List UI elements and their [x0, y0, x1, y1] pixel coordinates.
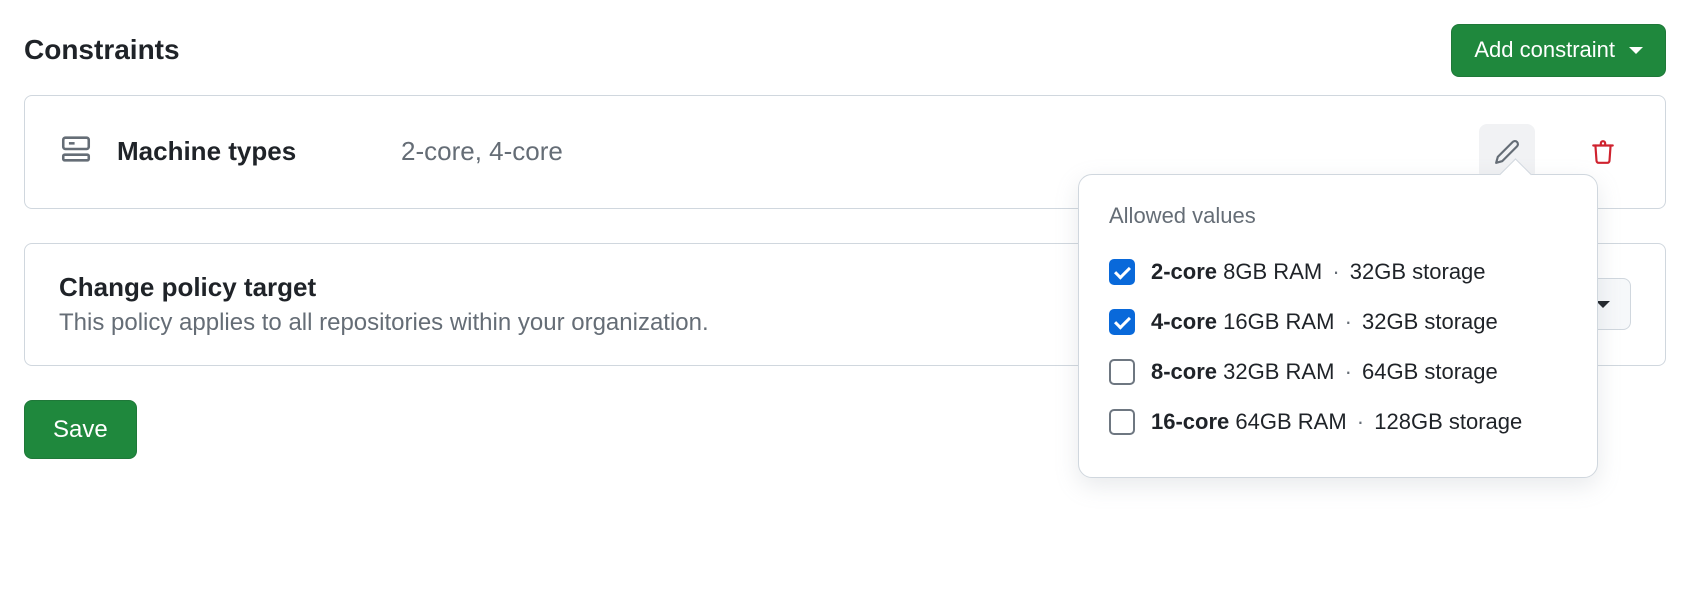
option-ram: 16GB RAM [1223, 309, 1334, 334]
checkbox[interactable] [1109, 359, 1135, 385]
machine-type-option[interactable]: 4-core 16GB RAM · 32GB storage [1109, 297, 1567, 347]
allowed-values-popover: Allowed values 2-core 8GB RAM · 32GB sto… [1078, 174, 1598, 478]
checkbox[interactable] [1109, 409, 1135, 435]
separator-dot: · [1357, 409, 1364, 434]
delete-constraint-button[interactable] [1575, 124, 1631, 180]
option-label: 2-core 8GB RAM · 32GB storage [1151, 259, 1486, 285]
constraint-name: Machine types [117, 136, 377, 167]
policy-description: This policy applies to all repositories … [59, 309, 709, 337]
option-ram: 32GB RAM [1223, 359, 1334, 384]
option-storage: 32GB storage [1350, 259, 1486, 284]
trash-icon [1590, 139, 1616, 165]
option-cores: 8-core [1151, 359, 1217, 384]
separator-dot: · [1345, 309, 1352, 334]
save-button[interactable]: Save [24, 400, 137, 460]
option-cores: 16-core [1151, 409, 1229, 434]
machine-type-option[interactable]: 2-core 8GB RAM · 32GB storage [1109, 247, 1567, 297]
option-label: 4-core 16GB RAM · 32GB storage [1151, 309, 1498, 335]
add-constraint-button[interactable]: Add constraint [1451, 24, 1666, 77]
caret-down-icon [1596, 301, 1610, 308]
option-ram: 64GB RAM [1235, 409, 1346, 434]
machine-type-option[interactable]: 16-core 64GB RAM · 128GB storage [1109, 397, 1567, 447]
policy-title: Change policy target [59, 272, 709, 303]
checkbox[interactable] [1109, 309, 1135, 335]
option-cores: 4-core [1151, 309, 1217, 334]
separator-dot: · [1345, 359, 1352, 384]
option-ram: 8GB RAM [1223, 259, 1322, 284]
save-label: Save [53, 413, 108, 447]
caret-down-icon [1629, 47, 1643, 54]
option-label: 8-core 32GB RAM · 64GB storage [1151, 359, 1498, 385]
option-cores: 2-core [1151, 259, 1217, 284]
option-storage: 128GB storage [1374, 409, 1522, 434]
option-storage: 32GB storage [1362, 309, 1498, 334]
section-title: Constraints [24, 34, 180, 66]
add-constraint-label: Add constraint [1474, 35, 1615, 66]
server-icon [59, 132, 93, 171]
constraint-summary: 2-core, 4-core [401, 136, 1455, 167]
popover-title: Allowed values [1109, 203, 1567, 229]
option-label: 16-core 64GB RAM · 128GB storage [1151, 409, 1522, 435]
machine-type-option[interactable]: 8-core 32GB RAM · 64GB storage [1109, 347, 1567, 397]
checkbox[interactable] [1109, 259, 1135, 285]
option-storage: 64GB storage [1362, 359, 1498, 384]
separator-dot: · [1332, 259, 1339, 284]
